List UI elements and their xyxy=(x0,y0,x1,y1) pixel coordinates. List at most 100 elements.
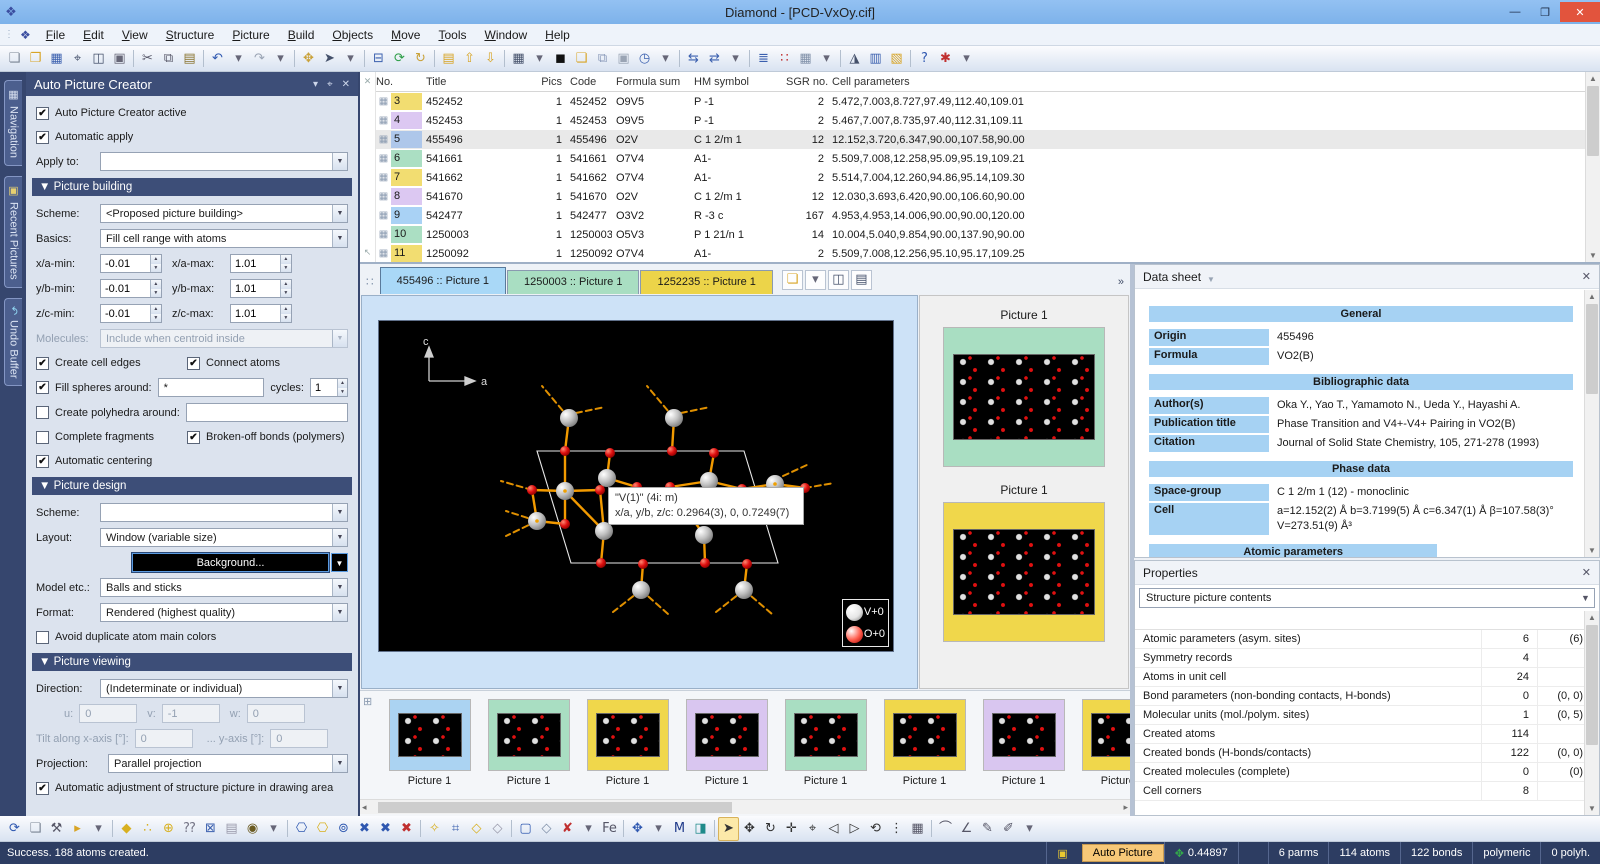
coordinate-field[interactable]: ✥0.44897 xyxy=(1164,842,1238,864)
column-header-no-[interactable]: No. xyxy=(376,76,422,88)
create-polyhedra-checkbox[interactable] xyxy=(36,406,49,419)
list1-icon[interactable]: ≣ xyxy=(753,48,774,70)
basics-combo[interactable]: Fill cell range with atoms▼ xyxy=(100,229,348,248)
move-mode-arrow-icon[interactable]: ▾ xyxy=(648,818,669,840)
scroll-left-icon[interactable]: ◂ xyxy=(362,802,367,813)
menu-window[interactable]: Window xyxy=(475,25,536,45)
render-mode-icon[interactable]: ◨ xyxy=(690,818,711,840)
picture-tab[interactable]: 1252235 :: Picture 1 xyxy=(640,270,772,294)
table-row[interactable]: ▦85416701541670O2VC 1 2/m 11212.030,3.69… xyxy=(376,187,1600,206)
maximize-button[interactable]: ❐ xyxy=(1530,2,1560,22)
lattice2-icon[interactable]: ✖ xyxy=(375,818,396,840)
pointer-arrow-icon[interactable]: ▾ xyxy=(340,48,361,70)
scroll-right-icon[interactable]: ▸ xyxy=(1123,802,1128,813)
table-view-icon[interactable]: ▤ xyxy=(438,48,459,70)
menu-edit[interactable]: Edit xyxy=(74,25,113,45)
gallery-horizontal-scrollbar[interactable]: ◂ ▸ xyxy=(360,799,1130,814)
menu-tools[interactable]: Tools xyxy=(429,25,475,45)
picture-preview[interactable]: Picture 1 xyxy=(943,483,1105,642)
gallery-grip-icon[interactable]: ⊞ xyxy=(363,695,372,708)
menu-structure[interactable]: Structure xyxy=(157,25,224,45)
table-row[interactable]: ▦54554961455496O2VC 1 2/m 11212.152,3.72… xyxy=(376,130,1600,149)
panel-menu-icon[interactable]: ▼ xyxy=(1207,275,1215,284)
delete-atoms-icon[interactable]: ⊠ xyxy=(200,818,221,840)
print-icon[interactable]: ▣ xyxy=(109,48,130,70)
close-button[interactable]: ✕ xyxy=(1560,2,1600,22)
redo-icon[interactable]: ↷ xyxy=(249,48,270,70)
column-header-title[interactable]: Title xyxy=(422,76,532,88)
menu-objects[interactable]: Objects xyxy=(323,25,382,45)
chevron-down-icon[interactable]: ▼ xyxy=(332,504,347,521)
gallery-thumbnail[interactable]: Picture 1 xyxy=(578,699,677,791)
select-tool-icon[interactable]: ➤ xyxy=(718,817,739,841)
print-preview-icon[interactable]: ◫ xyxy=(88,48,109,70)
yb-max-input[interactable]: ▲▼ xyxy=(230,279,292,298)
picture-tab[interactable]: 455496 :: Picture 1 xyxy=(380,267,506,294)
apply-to-combo[interactable]: ▼ xyxy=(100,152,348,171)
menu-view[interactable]: View xyxy=(113,25,157,45)
mol-hex1-icon[interactable]: ◇ xyxy=(466,818,487,840)
filter-icon[interactable]: ▸ xyxy=(67,818,88,840)
apc-active-checkbox[interactable]: ✔ xyxy=(36,107,49,120)
find-icon[interactable]: ⌖ xyxy=(67,48,88,70)
undo-icon[interactable]: ↶ xyxy=(207,48,228,70)
atoms-field[interactable]: 114 atoms xyxy=(1328,842,1400,864)
table-row[interactable]: ▦34524521452452O9V5P -125.472,7.003,8.72… xyxy=(376,92,1600,111)
save-icon[interactable]: ▦ xyxy=(46,48,67,70)
navigation-pane-icon[interactable]: ⊟ xyxy=(368,48,389,70)
mode-icon-field[interactable]: ▣ xyxy=(1046,842,1081,864)
menu-build[interactable]: Build xyxy=(279,25,324,45)
gallery-thumbnail[interactable]: Picture 1 xyxy=(875,699,974,791)
apc-pin-icon[interactable]: ⌖ xyxy=(327,79,333,90)
edit-window-icon[interactable]: ❏ xyxy=(25,818,46,840)
open-icon[interactable]: ❐ xyxy=(25,48,46,70)
complete-fragments-checkbox[interactable] xyxy=(36,431,49,444)
sphere-arrow-icon[interactable]: ▾ xyxy=(263,818,284,840)
gallery-thumbnail[interactable]: Picture 1 xyxy=(380,699,479,791)
next-structure-icon[interactable]: ⇄ xyxy=(704,48,725,70)
chevron-down-icon[interactable]: ▼ xyxy=(332,579,347,596)
new-picture-icon[interactable]: ❏ xyxy=(571,48,592,70)
projection-combo[interactable]: Parallel projection▼ xyxy=(108,754,348,773)
copy-picture-icon[interactable]: ⧉ xyxy=(592,48,613,70)
property-row[interactable]: Created molecules (complete)0(0) xyxy=(1135,763,1599,782)
data-sheet-close-icon[interactable]: ✕ xyxy=(1582,270,1591,283)
sidebar-tab-recent-pictures[interactable]: ▣Recent Pictures xyxy=(4,176,22,288)
gallery-thumbnail[interactable]: Picture 1 xyxy=(479,699,578,791)
scroll-down-icon[interactable]: ▼ xyxy=(1588,804,1596,813)
measure-icon[interactable]: M xyxy=(669,818,690,840)
table-close-icon[interactable]: ✕ xyxy=(364,76,372,87)
table-row[interactable]: ▦65416611541661O7V4A1-25.509,7.008,12.25… xyxy=(376,149,1600,168)
grid-arrow-icon[interactable]: ▾ xyxy=(529,48,550,70)
history-arrow-icon[interactable]: ▾ xyxy=(655,48,676,70)
menu-help[interactable]: Help xyxy=(536,25,579,45)
fill-spheres-checkbox[interactable]: ✔ xyxy=(36,381,49,394)
picture-list-icon[interactable]: ▤ xyxy=(851,270,872,290)
model-combo[interactable]: Balls and sticks▼ xyxy=(100,578,348,597)
gallery-thumbnail[interactable]: Picture 1 xyxy=(776,699,875,791)
chevron-down-icon[interactable]: ▼ xyxy=(1577,589,1594,607)
fill-spheres-input[interactable]: * xyxy=(158,378,265,397)
background-arrow-icon[interactable]: ▼ xyxy=(331,553,348,572)
avoid-duplicate-checkbox[interactable] xyxy=(36,631,49,644)
pencil-icon[interactable]: ✐ xyxy=(998,818,1019,840)
help-icon[interactable]: ? xyxy=(914,48,935,70)
gallery-thumbnail[interactable]: Picture 1 xyxy=(974,699,1073,791)
menu-move[interactable]: Move xyxy=(382,25,429,45)
histogram-icon[interactable]: ◮ xyxy=(844,48,865,70)
xa-max-input[interactable]: ▲▼ xyxy=(230,254,292,273)
properties-scrollbar[interactable]: ▲ ▼ xyxy=(1584,611,1599,815)
hexagon-blue-icon[interactable]: ⎔ xyxy=(291,818,312,840)
lattice1-icon[interactable]: ✖ xyxy=(354,818,375,840)
undo-arrow-icon[interactable]: ▾ xyxy=(228,48,249,70)
freehand-icon[interactable]: ✎ xyxy=(977,818,998,840)
cell-box-icon[interactable]: ▢ xyxy=(515,818,536,840)
property-row[interactable]: Created atoms114 xyxy=(1135,725,1599,744)
gallery-thumbnail[interactable]: Picture 1 xyxy=(1073,699,1130,791)
mol-hex2-icon[interactable]: ◇ xyxy=(487,818,508,840)
build-tools-icon[interactable]: ⚒ xyxy=(46,818,67,840)
automatic-centering-checkbox[interactable]: ✔ xyxy=(36,455,49,468)
tools-icon[interactable]: ✱ xyxy=(935,48,956,70)
scheme-combo[interactable]: <Proposed picture building>▼ xyxy=(100,204,348,223)
mol-bond-icon[interactable]: ✧ xyxy=(424,818,445,840)
